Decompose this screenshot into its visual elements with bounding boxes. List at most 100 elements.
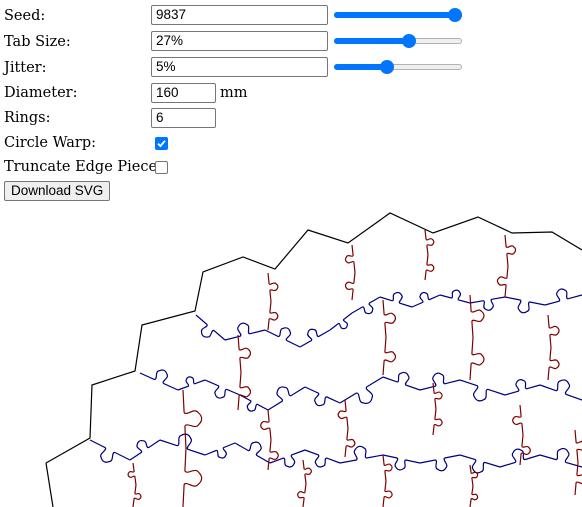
horizontal-cut [469, 296, 506, 311]
diameter-label: Diameter: [4, 85, 78, 101]
vertical-cut [424, 254, 435, 281]
vertical-cut [547, 314, 560, 348]
vertical-cut [469, 337, 485, 381]
tab-size-input[interactable]: 27% [151, 31, 328, 51]
vertical-cut [424, 229, 435, 256]
vertical-cut [469, 485, 479, 507]
horizontal-cut [379, 291, 413, 308]
horizontal-cut [304, 449, 341, 468]
download-svg-button[interactable]: Download SVG [4, 181, 111, 201]
horizontal-cut [159, 433, 206, 456]
vertical-cut [469, 464, 479, 487]
slider-thumb[interactable] [379, 60, 394, 74]
vertical-cut [267, 439, 279, 471]
vertical-cut [344, 428, 356, 458]
tab-size-slider[interactable] [334, 33, 462, 49]
vertical-cut [127, 462, 137, 486]
horizontal-cut [269, 449, 306, 468]
horizontal-cut [419, 372, 461, 391]
vertical-cut [182, 389, 203, 449]
horizontal-cut [339, 376, 384, 404]
horizontal-cut [224, 322, 266, 341]
vertical-cut [302, 459, 312, 484]
diameter-unit: mm [220, 85, 248, 101]
horizontal-cut [177, 376, 206, 391]
vertical-cut [382, 480, 393, 507]
checkmark-icon [157, 140, 166, 148]
horizontal-cut [304, 386, 341, 407]
puzzle-outline [45, 212, 582, 507]
truncate-edge-checkbox[interactable] [155, 161, 168, 174]
horizontal-cut [459, 454, 501, 474]
horizontal-cut [339, 445, 384, 464]
horizontal-cut [419, 454, 461, 472]
seed-label: Seed: [4, 8, 46, 24]
vertical-cut [337, 399, 349, 429]
vertical-cut [382, 337, 397, 376]
rings-input[interactable]: 6 [151, 108, 216, 128]
horizontal-cut [329, 312, 353, 331]
horizontal-cut [204, 442, 236, 459]
vertical-cut [132, 484, 142, 507]
horizontal-cut [459, 379, 506, 402]
horizontal-cut [504, 379, 541, 396]
horizontal-cut [264, 327, 301, 348]
vertical-cut [344, 272, 356, 301]
rings-label: Rings: [4, 110, 51, 126]
horizontal-cut [351, 296, 381, 315]
vertical-cut [432, 408, 443, 436]
vertical-cut-lines [127, 229, 582, 507]
vertical-cut [382, 454, 393, 482]
diameter-input[interactable]: 160 [151, 83, 216, 103]
slider-fill [334, 64, 387, 70]
vertical-cut [574, 462, 582, 496]
jitter-slider[interactable] [334, 59, 462, 75]
circle-warp-label: Circle Warp: [4, 135, 96, 151]
horizontal-cut [89, 439, 131, 463]
vertical-cut [512, 404, 524, 436]
horizontal-cut-lines [89, 288, 582, 474]
circle-warp-checkbox[interactable] [155, 137, 168, 150]
vertical-cut [260, 409, 272, 441]
vertical-cut [574, 429, 582, 463]
vertical-cut [237, 334, 252, 373]
slider-fill [334, 12, 455, 18]
horizontal-cut [544, 288, 582, 306]
seed-input[interactable]: 9837 [151, 5, 328, 25]
vertical-cut [382, 299, 397, 338]
horizontal-cut [539, 447, 582, 468]
horizontal-cut [411, 291, 441, 308]
tab-size-label: Tab Size: [4, 34, 71, 50]
horizontal-cut [195, 314, 226, 341]
vertical-cut [267, 272, 279, 302]
vertical-cut [547, 347, 560, 381]
vertical-cut [496, 265, 509, 298]
horizontal-cut [267, 386, 306, 411]
horizontal-cut [234, 441, 271, 464]
vertical-cut [504, 234, 517, 267]
slider-fill [334, 38, 410, 44]
jitter-label: Jitter: [4, 60, 47, 76]
horizontal-cut [239, 394, 269, 412]
horizontal-cut [439, 289, 471, 304]
seed-slider[interactable] [334, 7, 462, 23]
horizontal-cut [204, 379, 241, 399]
vertical-cut [267, 301, 279, 331]
horizontal-cut [129, 439, 161, 461]
horizontal-cut [299, 328, 331, 348]
horizontal-cut [139, 369, 179, 391]
outline-edge [45, 462, 54, 507]
truncate-edge-label: Truncate Edge Pieces: [4, 159, 170, 175]
outline-edge [45, 212, 582, 464]
puzzle-preview [45, 212, 582, 507]
jitter-input[interactable]: 5% [151, 57, 328, 77]
slider-thumb[interactable] [402, 34, 417, 48]
horizontal-cut [382, 454, 421, 471]
vertical-cut [344, 244, 356, 273]
vertical-cut [182, 448, 203, 507]
vertical-cut [297, 483, 307, 507]
horizontal-cut [504, 296, 546, 314]
slider-thumb[interactable] [448, 8, 462, 22]
horizontal-cut [382, 371, 421, 391]
horizontal-cut [539, 379, 582, 401]
